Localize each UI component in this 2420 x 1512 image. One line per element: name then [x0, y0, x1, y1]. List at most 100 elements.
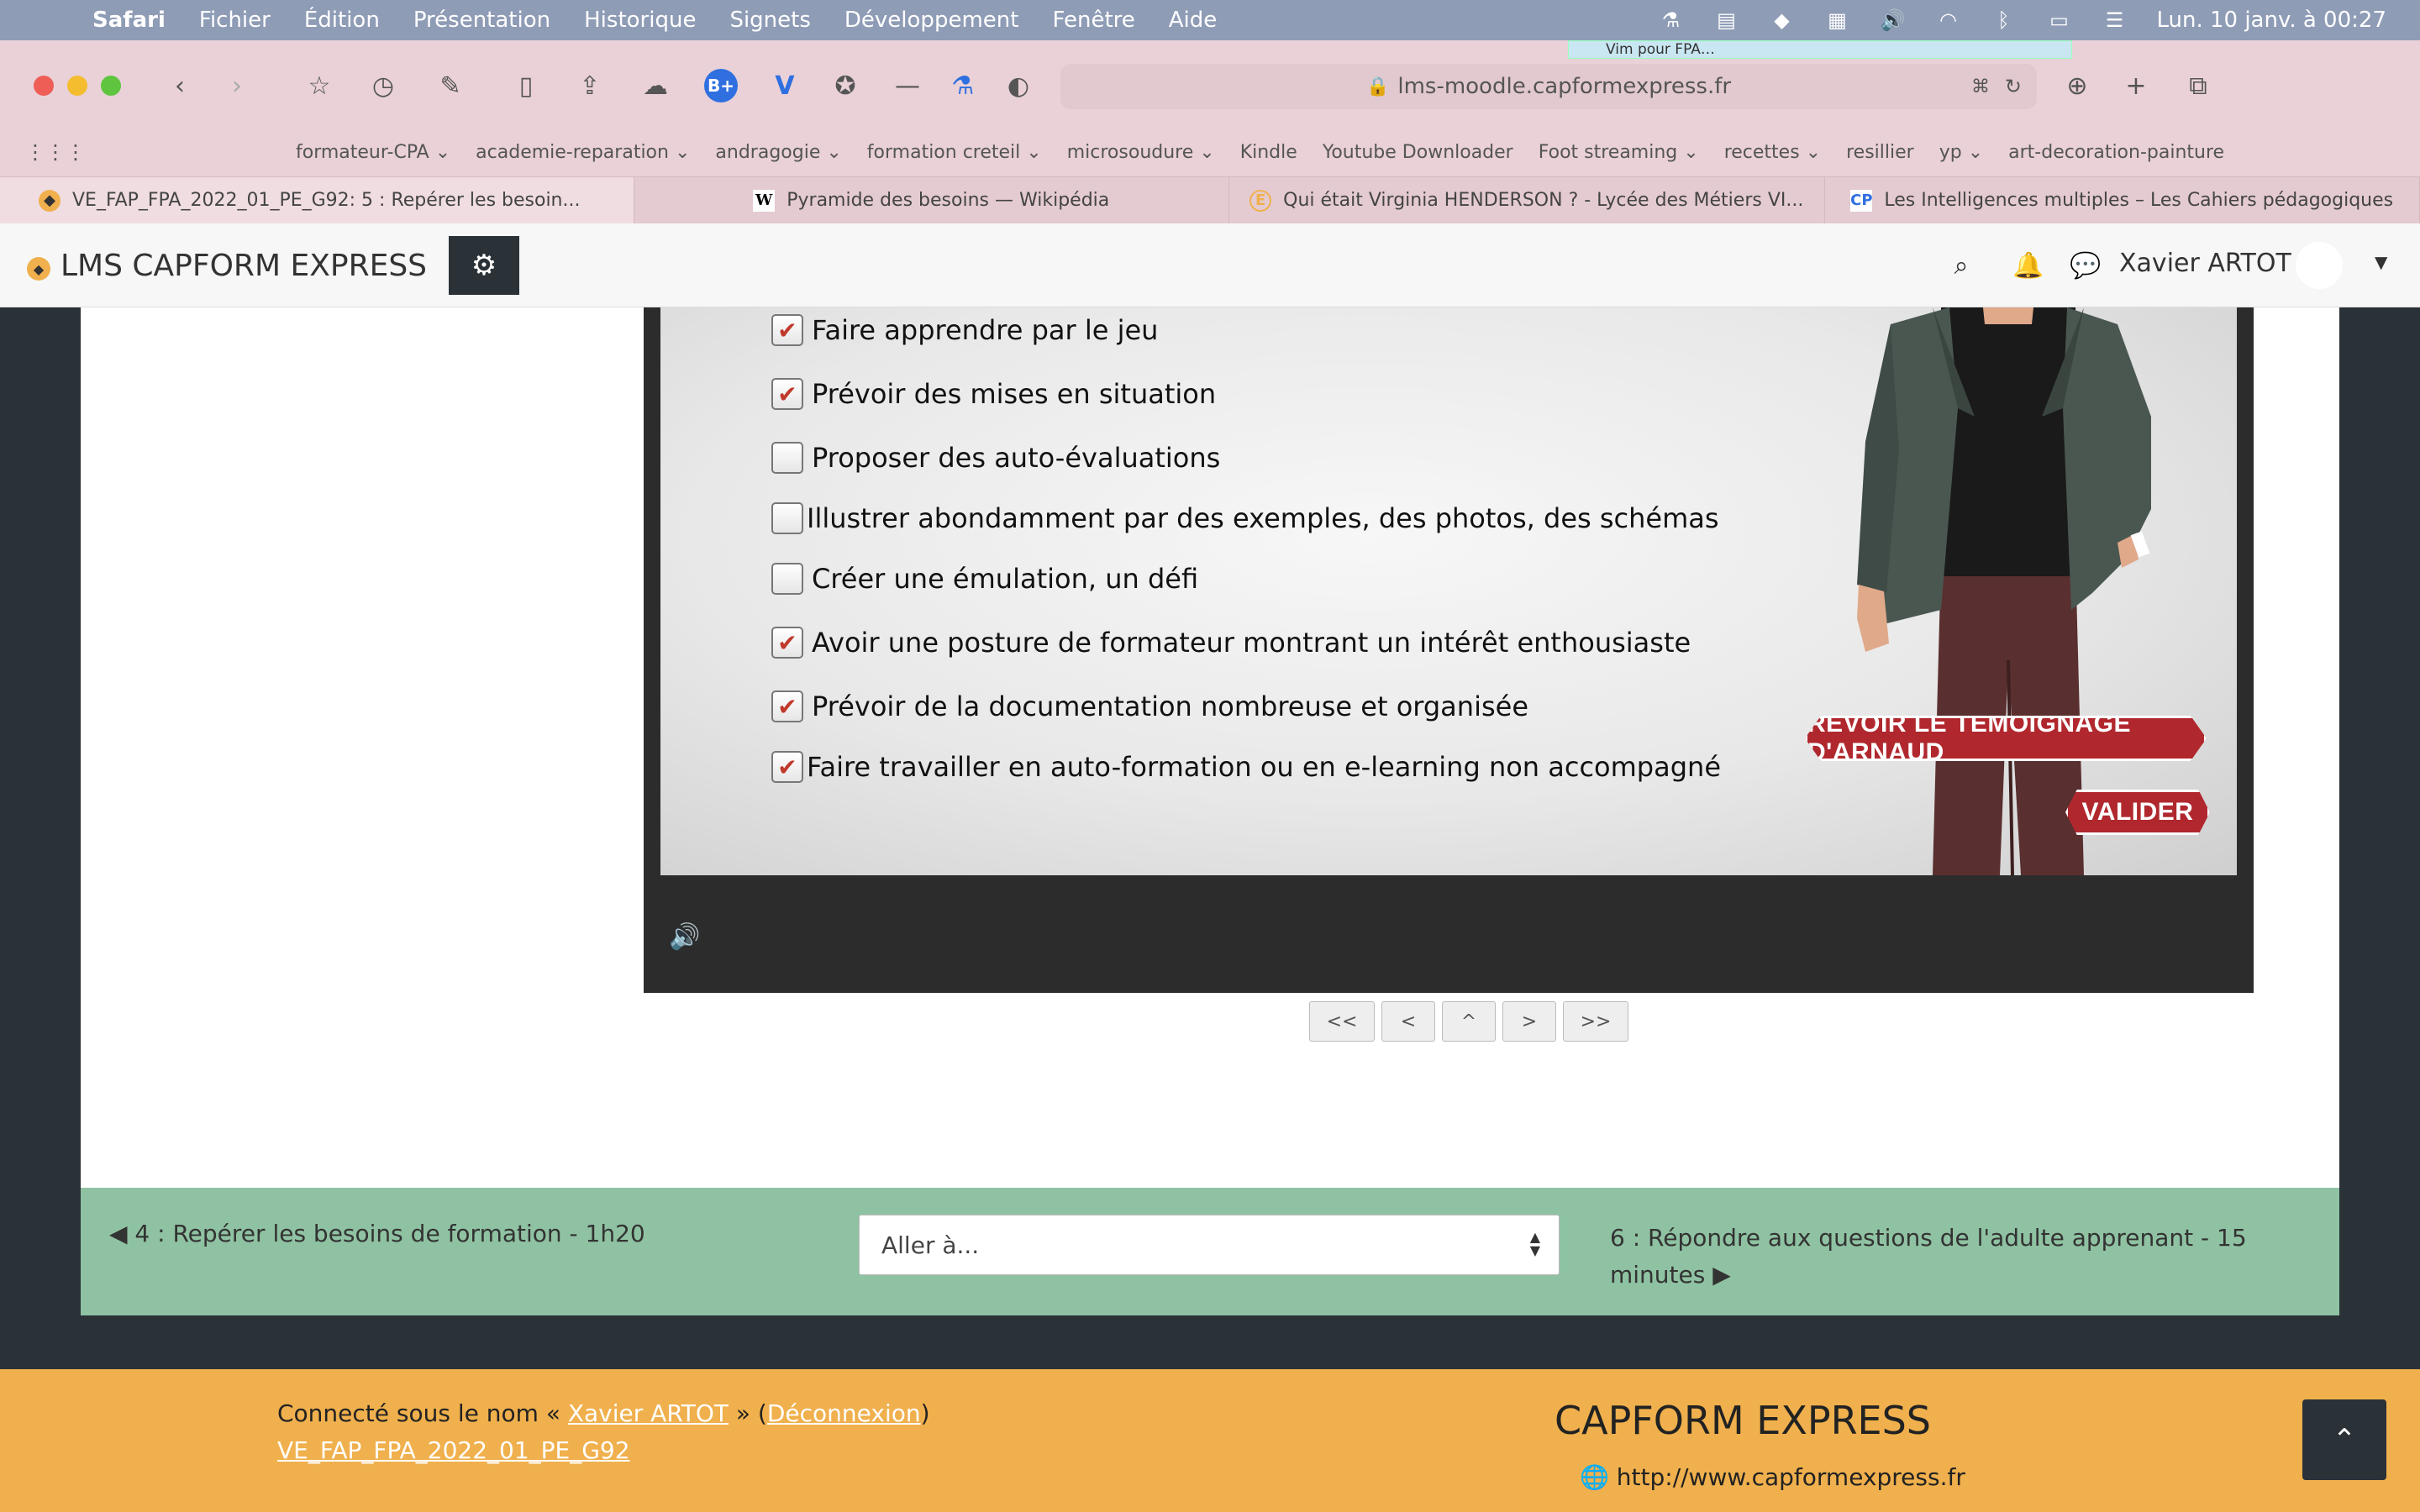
signature-icon[interactable]: ✎ [432, 67, 469, 104]
menu-signets[interactable]: Signets [729, 8, 810, 33]
quiz-option[interactable]: ✔ Prévoir des mises en situation [771, 378, 1216, 410]
window-icon[interactable]: ▦ [1823, 8, 1850, 32]
menu-aide[interactable]: Aide [1169, 8, 1218, 33]
tab-overview-icon[interactable]: ⧉ [2180, 67, 2217, 104]
checkbox-checked-icon[interactable]: ✔ [771, 690, 803, 722]
next-activity-link[interactable]: 6 : Répondre aux questions de l'adulte a… [1610, 1220, 2265, 1294]
valider-button[interactable]: VALIDER [2065, 790, 2210, 835]
favorite-item[interactable]: yp ⌄ [1939, 142, 1983, 163]
checkbox-checked-icon[interactable]: ✔ [771, 751, 803, 783]
history-icon[interactable]: ◷ [365, 67, 402, 104]
checkbox-unchecked-icon[interactable] [771, 442, 803, 474]
notifications-bell-icon[interactable]: 🔔 [2012, 249, 2045, 282]
quiz-option[interactable]: ✔ Prévoir de la documentation nombreuse … [771, 690, 1528, 722]
first-page-button[interactable]: << [1309, 1001, 1375, 1042]
course-settings-gear-icon[interactable]: ⚙ [449, 236, 519, 295]
footer-user-link[interactable]: Xavier ARTOT [568, 1399, 729, 1427]
previous-page-button[interactable]: < [1381, 1001, 1435, 1042]
app-status-icon[interactable]: ◆ [1768, 8, 1795, 32]
volume-icon[interactable]: 🔊 [1879, 8, 1906, 32]
favorite-item[interactable]: academie-reparation ⌄ [476, 142, 690, 163]
favorite-item[interactable]: Kindle [1240, 142, 1297, 163]
favorite-item[interactable]: Foot streaming ⌄ [1539, 142, 1699, 163]
new-tab-icon[interactable]: + [2118, 67, 2154, 104]
menu-developpement[interactable]: Développement [844, 8, 1019, 33]
favorite-item[interactable]: resillier [1846, 142, 1914, 163]
tab-moodle-course[interactable]: ◆ VE_FAP_FPA_2022_01_PE_G92: 5 : Repérer… [0, 177, 634, 223]
quiz-option[interactable]: ✔ Avoir une posture de formateur montran… [771, 627, 1691, 659]
next-page-button[interactable]: > [1502, 1001, 1556, 1042]
scroll-to-top-icon[interactable]: ⌃ [2302, 1399, 2386, 1480]
reload-icon[interactable]: ↻ [2005, 75, 2022, 98]
speaker-icon[interactable]: 🔊 [669, 922, 700, 952]
share-icon[interactable]: ⇪ [571, 67, 608, 104]
translate-icon[interactable]: ⌘ [1971, 76, 1990, 97]
menu-app-name[interactable]: Safari [92, 8, 166, 33]
messages-icon[interactable]: 💬 [2069, 249, 2102, 282]
extension-b-icon[interactable]: B+ [702, 67, 739, 104]
lms-site-title[interactable]: LMS CAPFORM EXPRESS [60, 249, 427, 283]
checkbox-checked-icon[interactable]: ✔ [771, 627, 803, 659]
quiz-option[interactable]: ✔ Faire travailler en auto-formation ou … [771, 751, 1721, 783]
extension-settings-icon[interactable]: ✪ [827, 67, 864, 104]
jump-to-select[interactable]: Aller à... ▲ ▼ [859, 1215, 1560, 1275]
wifi-icon[interactable]: ◠ [1934, 8, 1961, 32]
tab-wikipedia[interactable]: W Pyramide des besoins — Wikipédia [634, 177, 1229, 223]
bluetooth-icon[interactable]: ᛒ [1990, 8, 2017, 32]
footer-course-link[interactable]: VE_FAP_FPA_2022_01_PE_G92 [277, 1436, 630, 1464]
favorites-grid-icon[interactable]: ⋮⋮⋮ [25, 140, 86, 164]
tab-virginia-henderson[interactable]: E Qui était Virginia HENDERSON ? - Lycée… [1229, 177, 1825, 223]
bookmark-star-icon[interactable]: ☆ [301, 67, 338, 104]
menu-presentation[interactable]: Présentation [413, 8, 550, 33]
checkbox-checked-icon[interactable]: ✔ [771, 314, 803, 346]
menu-historique[interactable]: Historique [584, 8, 696, 33]
previous-activity-link[interactable]: ◀ 4 : Repérer les besoins de formation -… [109, 1220, 645, 1247]
sidebar-icon[interactable]: ▯ [508, 67, 544, 104]
back-icon[interactable]: ‹ [161, 67, 198, 104]
search-icon[interactable]: ⌕ [1944, 249, 1978, 282]
control-center-icon[interactable]: ☰ [2101, 8, 2128, 32]
battery-icon[interactable]: ▭ [2045, 8, 2072, 32]
quiz-option[interactable]: Proposer des auto-évaluations [771, 442, 1220, 474]
toc-up-button[interactable]: ^ [1442, 1001, 1496, 1042]
extension-flask-icon[interactable]: ⚗ [944, 67, 981, 104]
address-bar[interactable]: 🔒 lms-moodle.capformexpress.fr ⌘ ↻ [1060, 64, 2037, 109]
favorite-item[interactable]: andragogie ⌄ [715, 142, 841, 163]
quiz-option[interactable]: Créer une émulation, un défi [771, 563, 1198, 595]
checkbox-checked-icon[interactable]: ✔ [771, 378, 803, 410]
favorite-item[interactable]: recettes ⌄ [1724, 142, 1821, 163]
favorite-item[interactable]: formateur-CPA ⌄ [296, 142, 450, 163]
logout-link[interactable]: Déconnexion [767, 1399, 921, 1427]
user-menu-caret-icon[interactable]: ▼ [2375, 252, 2387, 272]
keyboard-icon[interactable]: ▤ [1712, 8, 1739, 32]
flask-icon[interactable]: ⚗ [1657, 8, 1684, 32]
zoom-window-icon[interactable] [101, 76, 121, 96]
close-window-icon[interactable] [34, 76, 54, 96]
menu-fenetre[interactable]: Fenêtre [1052, 8, 1134, 33]
extension-dash-icon[interactable]: — [889, 67, 926, 104]
forward-icon[interactable]: › [218, 67, 255, 104]
favorite-item[interactable]: formation creteil ⌄ [867, 142, 1042, 163]
menu-edition[interactable]: Édition [304, 8, 380, 33]
checkbox-unchecked-icon[interactable] [771, 563, 803, 595]
last-page-button[interactable]: >> [1563, 1001, 1628, 1042]
tab-intelligences-multiples[interactable]: CP Les Intelligences multiples – Les Cah… [1824, 177, 2420, 223]
privacy-shield-icon[interactable]: ◐ [1000, 67, 1037, 104]
menubar-clock[interactable]: Lun. 10 janv. à 00:27 [2156, 8, 2386, 33]
extension-v-icon[interactable]: V [766, 67, 803, 104]
avatar[interactable] [2296, 242, 2343, 289]
downloads-icon[interactable]: ⊕ [2059, 67, 2096, 104]
quiz-option[interactable]: ✔ Faire apprendre par le jeu [771, 314, 1158, 346]
favorite-item[interactable]: Youtube Downloader [1323, 142, 1513, 163]
revoir-temoignage-button[interactable]: REVOIR LE TEMOIGNAGE D'ARNAUD [1805, 716, 2207, 761]
quiz-option[interactable]: Illustrer abondamment par des exemples, … [771, 502, 1719, 534]
user-menu-name[interactable]: Xavier ARTOT [2119, 249, 2291, 278]
favorite-item[interactable]: microsoudure ⌄ [1067, 142, 1215, 163]
favorite-item[interactable]: art-decoration-painture [2008, 142, 2224, 163]
minimize-window-icon[interactable] [67, 76, 87, 96]
footer-website[interactable]: 🌐 http://www.capformexpress.fr [1580, 1463, 1965, 1491]
cloud-icon[interactable]: ☁ [637, 67, 674, 104]
lms-logo-icon[interactable]: ◆ [27, 257, 50, 281]
checkbox-unchecked-icon[interactable] [771, 502, 803, 534]
menu-fichier[interactable]: Fichier [199, 8, 271, 33]
